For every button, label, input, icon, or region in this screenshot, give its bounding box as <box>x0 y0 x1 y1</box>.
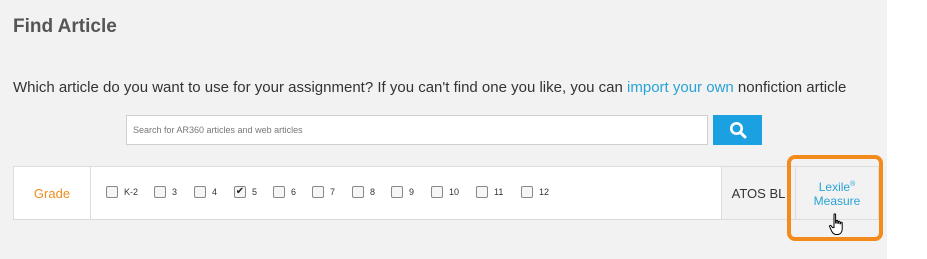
grade-checkbox[interactable] <box>521 186 533 198</box>
atos-bl-tab[interactable]: ATOS BL <box>721 167 795 219</box>
grade-checkbox[interactable] <box>312 186 324 198</box>
grade-checkbox[interactable] <box>154 186 166 198</box>
page-title: Find Article <box>13 16 117 37</box>
grade-checkbox[interactable] <box>352 186 364 198</box>
grade-option-10[interactable]: 10 <box>431 185 459 199</box>
grade-checkbox-label: 5 <box>252 187 258 197</box>
grade-checkbox[interactable] <box>476 186 488 198</box>
grade-option-k-2[interactable]: K-2 <box>106 185 138 199</box>
grade-option-8[interactable]: 8 <box>352 185 375 199</box>
import-your-own-link[interactable]: import your own <box>627 79 734 96</box>
grade-checkbox[interactable] <box>431 186 443 198</box>
grade-checkbox-label: 11 <box>494 187 504 197</box>
instruction-text: Which article do you want to use for you… <box>13 79 846 96</box>
search-button[interactable] <box>713 115 762 145</box>
grade-checkbox[interactable]: ✔ <box>234 186 246 198</box>
grade-checkbox-label: 10 <box>449 187 460 197</box>
grade-checkbox-label: 3 <box>172 187 178 197</box>
grade-option-3[interactable]: 3 <box>154 185 177 199</box>
grade-checkbox[interactable] <box>194 186 206 198</box>
find-article-panel: Find Article Which article do you want t… <box>0 0 887 259</box>
grade-option-11[interactable]: 11 <box>476 185 503 199</box>
grade-checkbox[interactable] <box>391 186 403 198</box>
grade-option-9[interactable]: 9 <box>391 185 414 199</box>
grade-label: Grade <box>14 167 91 219</box>
grade-option-12[interactable]: 12 <box>521 185 549 199</box>
grade-checkbox-label: 12 <box>539 187 550 197</box>
grade-option-5[interactable]: ✔ 5 <box>234 185 257 199</box>
grade-option-4[interactable]: 4 <box>194 185 217 199</box>
search-input[interactable] <box>126 115 708 145</box>
grade-option-6[interactable]: 6 <box>273 185 296 199</box>
grade-option-7[interactable]: 7 <box>312 185 335 199</box>
instruction-text-after: nonfiction article <box>733 79 847 96</box>
grade-checkbox-label: 4 <box>212 187 218 197</box>
grade-checkbox[interactable] <box>106 186 118 198</box>
hand-pointer-icon <box>829 213 843 235</box>
filter-bar: Grade K-2 3 4 ✔ 5 6 7 8 9 10 11 12 ATOS BL Lexile® … <box>13 166 879 220</box>
grade-checkbox[interactable] <box>273 186 285 198</box>
grade-checkbox-label: 8 <box>370 187 376 197</box>
grade-checkbox-label: 7 <box>330 187 336 197</box>
search-icon <box>729 122 746 139</box>
grade-checkbox-label: K-2 <box>124 187 139 197</box>
instruction-text-before: Which article do you want to use for you… <box>13 79 628 96</box>
grade-checkbox-label: 6 <box>291 187 297 197</box>
grade-checkbox-label: 9 <box>409 187 415 197</box>
